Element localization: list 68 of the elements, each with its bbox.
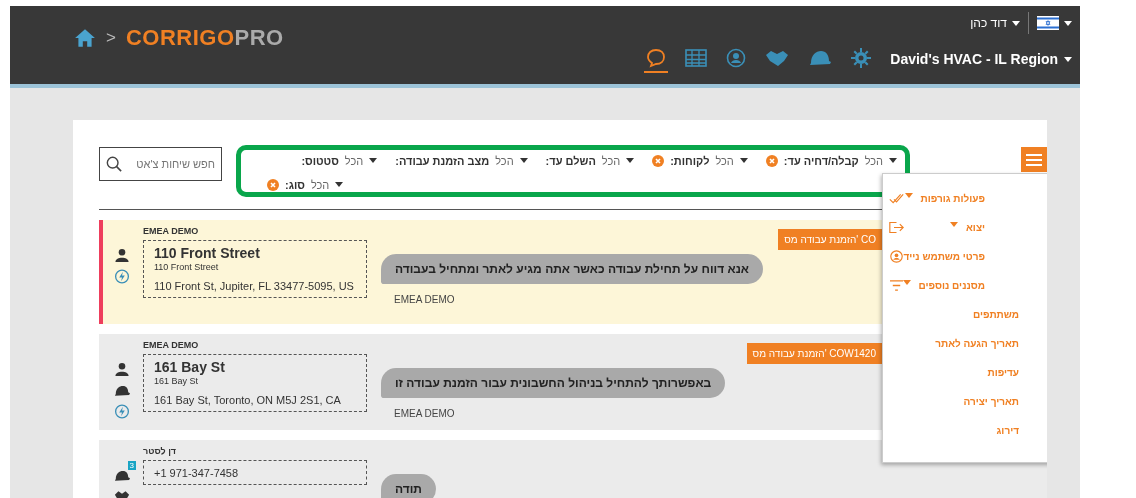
site-title: 161 Bay St [154,359,226,375]
menu-icon [1026,153,1042,166]
work-order-badge[interactable]: הזמנת עבודה מס' COW1420 [746,343,882,364]
filter-label: מצב הזמנת עבודה: [395,154,490,167]
message-bubble: תודה [381,474,436,498]
filter-dropdown[interactable]: הכל [344,154,378,167]
export-icon [889,221,904,234]
logo[interactable]: CORRIGOPRO [125,25,284,51]
customer-name: דן לסטר [143,446,178,456]
person-icon [114,248,130,263]
menu-item[interactable]: עדיפות [883,358,1019,387]
work-order-badge[interactable]: הזמנת עבודה מס' CO [778,229,882,250]
clear-filter-icon[interactable] [652,154,665,167]
caret-icon [950,222,959,227]
filter-label: סטטוס: [301,154,339,167]
caret-icon [1012,20,1020,26]
helmet-icon [114,468,130,483]
menu-item[interactable]: תאריך יצירה [883,387,1019,416]
filter-label: סוג: [285,178,305,191]
caret-icon [904,193,913,198]
filter-icon [889,279,904,292]
filter-label: השלם עד: [545,154,596,167]
breadcrumb-separator: > [106,28,116,48]
caret-icon [902,280,911,285]
search-icon [106,156,122,172]
user-circle-icon [726,48,747,68]
home-icon[interactable] [74,28,96,48]
settings-icon [851,48,872,68]
customer-name: EMEA DEMO [143,340,200,350]
account-menu[interactable]: David's HVAC - IL Region [890,51,1072,67]
menu-item[interactable]: פעולות גורפות [883,184,1047,213]
menu-item[interactable]: פרטי משתמש נייד [883,242,1047,271]
message-bubble: אנא דווח על תחילת עבודה כאשר אתה מגיע לאתר ומתחיל בעבודה [381,254,763,284]
helmet-icon [114,383,130,398]
site-address: 110 Front St, Jupiter, FL 33477-5095, US [154,279,355,294]
user-circle-icon [889,250,904,263]
flag-icon [1037,16,1059,30]
filter-dropdown[interactable]: הכל [715,154,748,167]
person-icon [114,362,130,377]
clear-filter-icon[interactable] [267,178,279,191]
chat-icon [646,48,667,68]
filter-dropdown[interactable]: הכל [310,178,344,191]
bolt-circle-icon [114,269,130,284]
filter-label: לקוחות: [670,154,710,167]
menu-button[interactable] [1021,147,1047,172]
filter-dropdown[interactable]: הכל [601,154,635,167]
menu-item[interactable]: מסננים נוספים [883,271,1047,300]
site-address: 161 Bay St, Toronto, ON M5J 2S1, CA [154,393,342,408]
table-icon [685,49,708,67]
site-title: 110 Front Street [154,245,261,261]
user-menu[interactable]: דוד כהן [970,16,1020,30]
filter-label: קבלה/דחיה עד: [783,154,859,167]
bolt-circle-icon [114,404,130,419]
filter-dropdown[interactable]: הכל [864,154,897,167]
site-subtitle: 161 Bay St [154,376,200,386]
message-bubble: באפשרותך להתחיל בניהול החשבונית עבור הזמנת עבודה זו [381,368,726,398]
language-button[interactable] [1037,16,1072,30]
filter-dropdown[interactable]: הכל [495,154,528,167]
site-subtitle: 110 Front Street [154,262,220,272]
phone-number: +1 971-347-7458 [154,466,240,481]
search-field[interactable]: חפש שיחות צ'אט [99,147,222,181]
sender-name: EMEA DEMO [394,408,456,419]
double-check-icon [889,192,904,205]
clear-filter-icon[interactable] [765,154,778,167]
count-badge: 3 [127,461,136,470]
sender-name: EMEA DEMO [394,294,456,305]
customer-name: EMEA DEMO [143,226,200,236]
helmet-icon [808,49,833,67]
